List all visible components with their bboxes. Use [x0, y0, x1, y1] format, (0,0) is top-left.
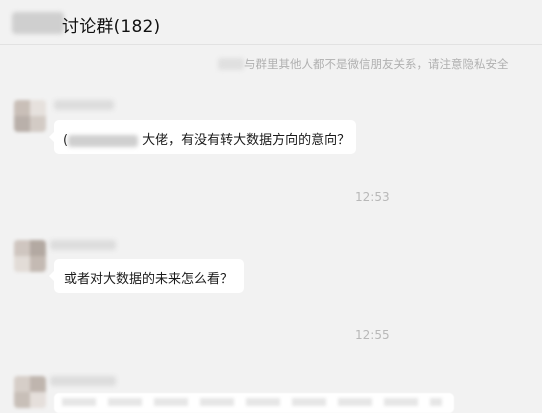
sender-avatar[interactable] [14, 240, 46, 272]
redacted-sender-name [50, 240, 116, 250]
redacted-sender-name [54, 100, 114, 110]
message-bubble[interactable]: (大佬，有没有转大数据方向的意向？ [49, 120, 356, 154]
timestamp: 12:55 [355, 328, 390, 342]
message-bubble[interactable]: 或者对大数据的未来怎么看？ [49, 259, 244, 293]
redacted-mention [68, 134, 139, 147]
redacted-group-name [12, 12, 64, 34]
system-notice: 与群里其他人都不是微信朋友关系，请注意隐私安全 [212, 55, 532, 73]
sender-avatar[interactable] [14, 376, 46, 408]
chat-header: 讨论群(182) [0, 0, 542, 44]
message-text: 或者对大数据的未来怎么看？ [64, 272, 234, 287]
redacted-notice-prefix [218, 58, 244, 70]
redacted-sender-name [50, 376, 116, 386]
sender-avatar[interactable] [14, 100, 46, 132]
redacted-message-text [62, 398, 442, 406]
system-notice-text: 与群里其他人都不是微信朋友关系，请注意隐私安全 [244, 57, 509, 71]
chat-title-text: 讨论群(182) [62, 17, 161, 37]
timestamp: 12:53 [355, 190, 390, 204]
message-body: 大佬，有没有转大数据方向的意向？ [142, 133, 351, 148]
message-text: (大佬，有没有转大数据方向的意向？ [63, 129, 350, 148]
header-divider [0, 44, 542, 45]
